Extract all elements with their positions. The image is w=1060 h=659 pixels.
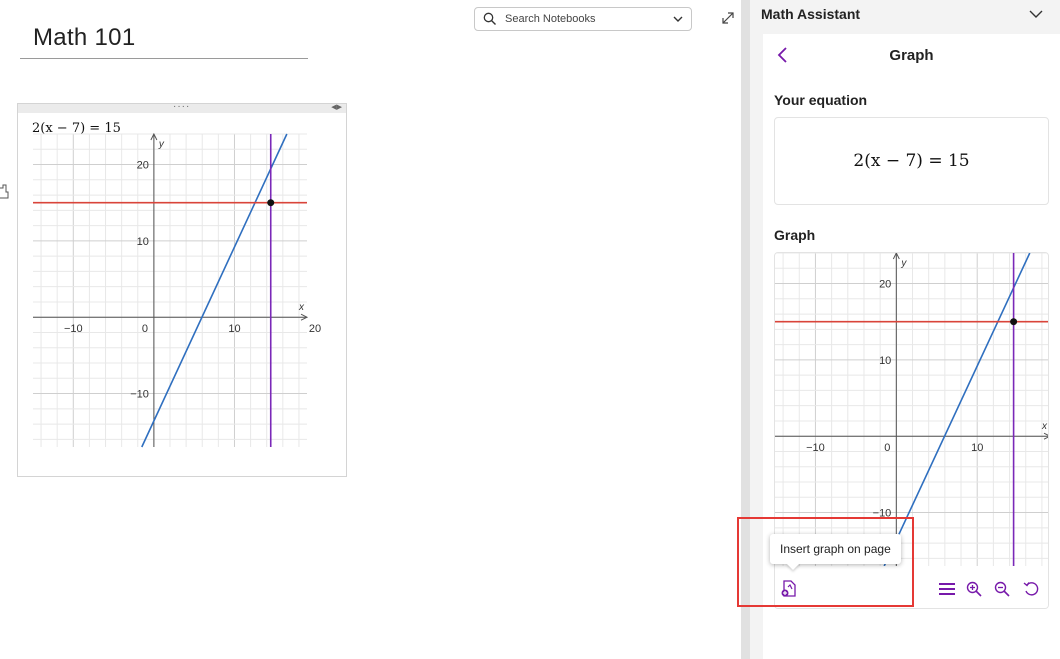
title-underline [20, 58, 308, 59]
search-notebooks-box[interactable]: Search Notebooks [474, 7, 692, 31]
y-tick-label: 20 [137, 160, 149, 172]
expand-icon[interactable] [720, 10, 736, 26]
pane-title: Math Assistant [761, 6, 861, 22]
x-tick-label: 0 [884, 442, 890, 454]
x-tick-label: −10 [64, 323, 83, 335]
hand-icon [0, 184, 10, 202]
search-placeholder: Search Notebooks [505, 13, 596, 25]
x-axis-label: x [298, 302, 305, 313]
y-axis-label: y [900, 258, 907, 269]
y-tick-label: −10 [130, 389, 149, 401]
embedded-graph-plot: x y −10 0 10 20 −10 10 20 [33, 132, 321, 448]
page-title[interactable]: Math 101 [33, 24, 135, 52]
x-axis-label: x [1041, 421, 1048, 432]
y-axis-label: y [158, 139, 165, 150]
zoom-in-icon[interactable] [964, 579, 984, 599]
embedded-graph[interactable]: ···· ◀▶ 2(x − 7) = 15 x y −10 0 10 20 −10 10 20 [17, 101, 347, 477]
zoom-out-icon[interactable] [992, 579, 1012, 599]
search-icon [475, 12, 505, 26]
equation-display: 2(x − 7) = 15 [774, 117, 1049, 205]
chevron-down-icon[interactable] [665, 13, 691, 25]
view-title: Graph [889, 47, 934, 64]
series-line-blue [141, 133, 288, 448]
reset-icon[interactable] [1021, 579, 1041, 599]
graph-label: Graph [774, 227, 816, 243]
intersection-point [1010, 318, 1018, 326]
equation-label: Your equation [774, 92, 868, 108]
menu-icon[interactable] [937, 579, 957, 599]
highlight-box [737, 517, 914, 607]
y-tick-label: 20 [879, 279, 891, 291]
y-tick-label: 10 [137, 236, 149, 248]
chevron-down-icon[interactable] [1028, 6, 1044, 22]
x-tick-label: 10 [971, 442, 983, 454]
x-tick-label: 20 [309, 323, 321, 335]
x-tick-label: 0 [142, 323, 148, 335]
intersection-point [267, 199, 275, 207]
equation-text: 2(x − 7) = 15 [853, 151, 970, 171]
x-tick-label: 10 [228, 323, 240, 335]
x-tick-label: −10 [806, 442, 825, 454]
y-tick-label: 10 [879, 355, 891, 367]
